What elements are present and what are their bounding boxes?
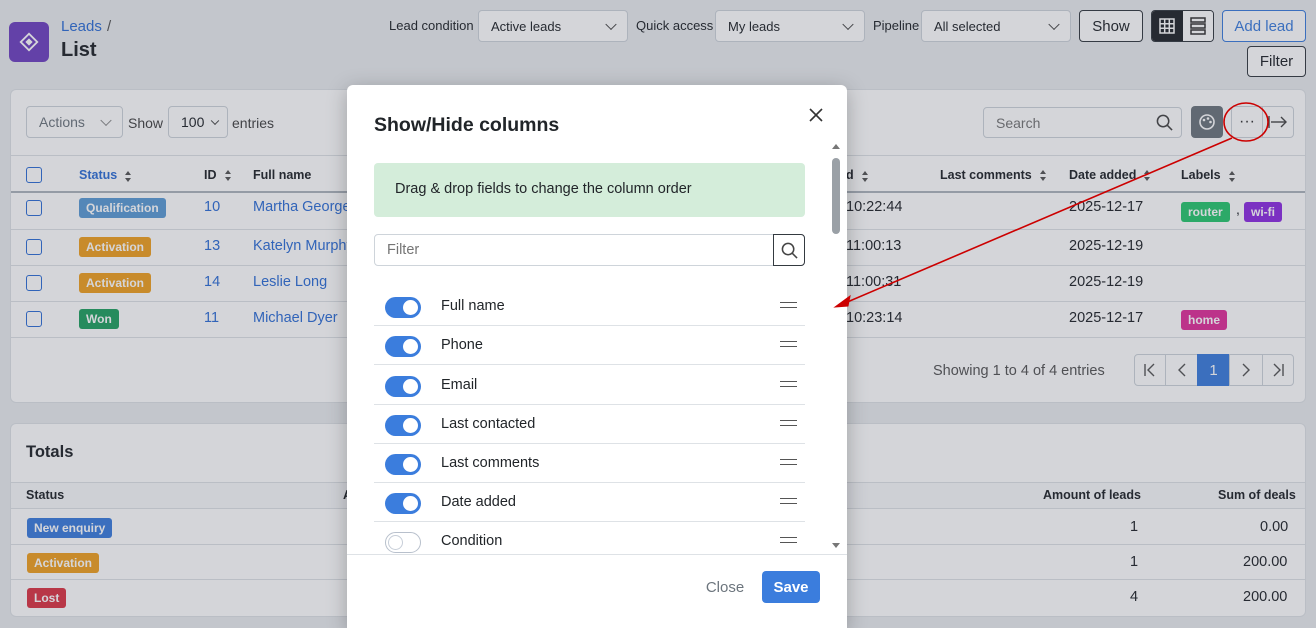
annotation-arrow-head	[833, 294, 851, 308]
annotation-circle	[1223, 102, 1269, 142]
annotation-arrow-line	[844, 137, 1233, 304]
annotation-overlay	[833, 102, 1269, 308]
